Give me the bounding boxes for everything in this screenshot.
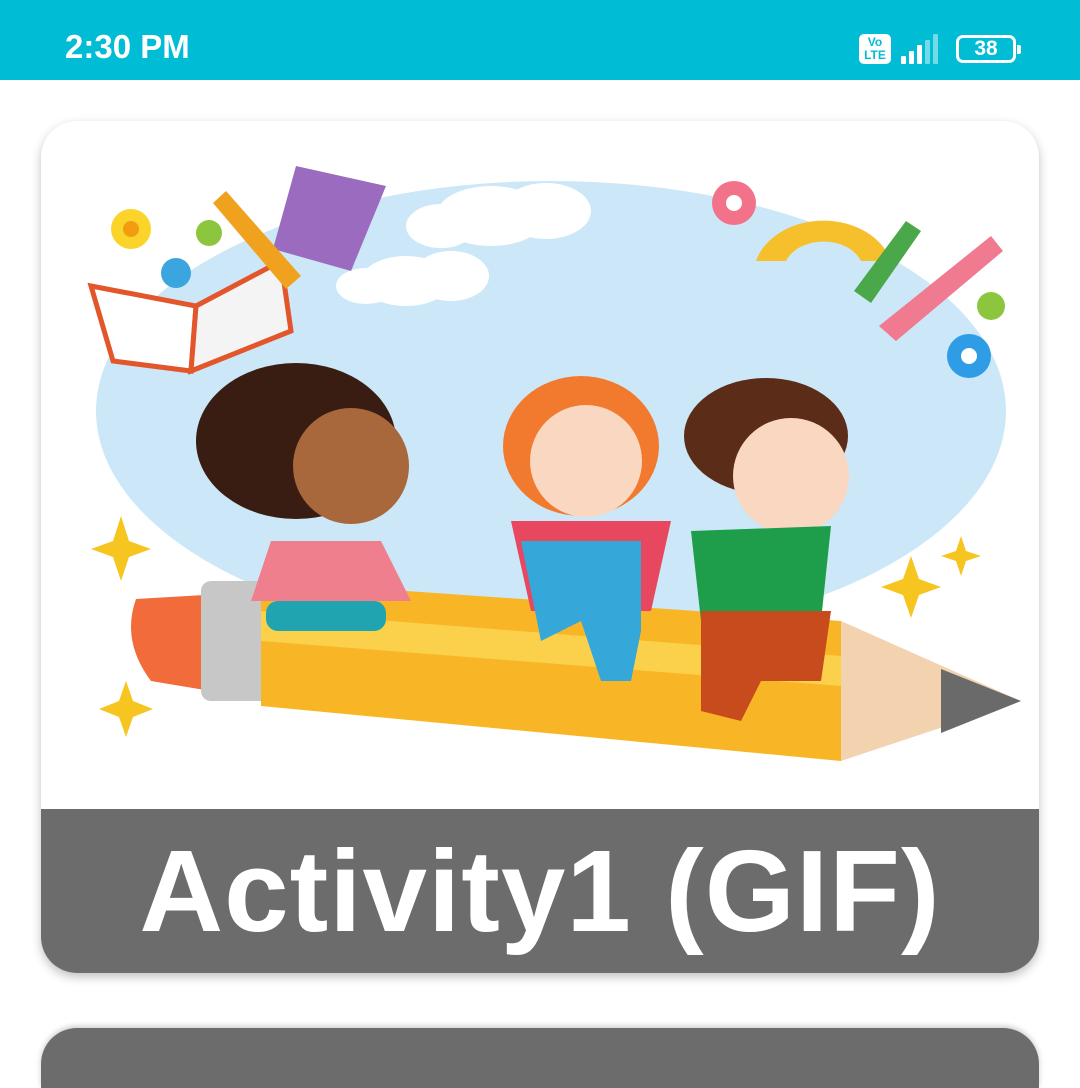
status-icons: Vo LTE 38 — [859, 32, 1021, 66]
signal-icon — [901, 34, 938, 64]
volte-icon: Vo LTE — [859, 34, 891, 64]
card-title: Activity1 (GIF) — [41, 809, 1039, 973]
activity-card[interactable]: Activity1 (GIF) — [41, 121, 1039, 973]
battery-icon: 38 — [956, 35, 1021, 63]
battery-level: 38 — [974, 37, 998, 60]
volte-label-bottom: LTE — [864, 48, 886, 62]
activity-card-next[interactable] — [41, 1028, 1039, 1088]
status-bar: 2:30 PM Vo LTE 38 — [0, 0, 1080, 80]
status-time: 2:30 PM — [65, 28, 190, 65]
kids-riding-pencil-illustration — [87, 166, 1021, 761]
